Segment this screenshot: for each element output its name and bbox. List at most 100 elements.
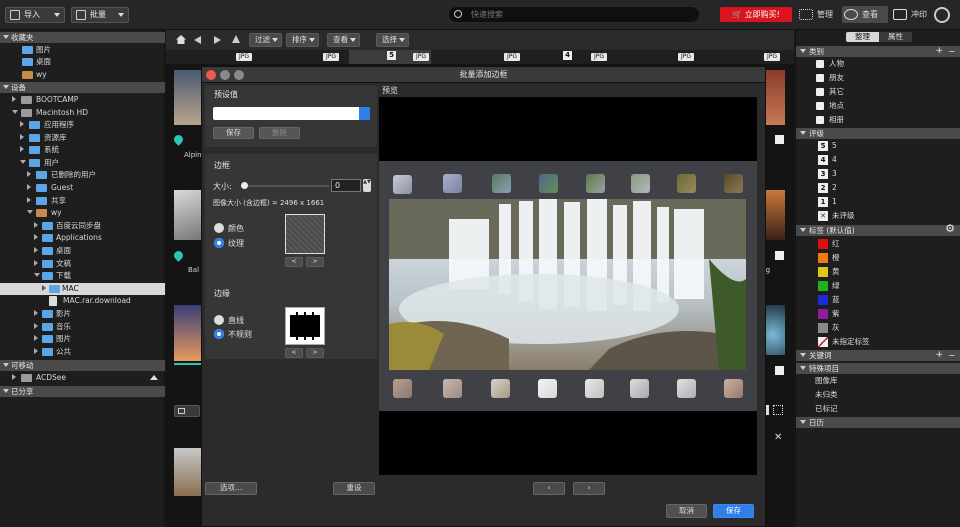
save-button[interactable]: 保存 [713,504,754,518]
tree-item[interactable]: 桌面 [34,245,71,257]
category-item[interactable]: 其它 [816,86,844,98]
tree-item[interactable]: 图片 [34,333,71,345]
special-item[interactable]: 已标记 [815,403,838,415]
size-slider[interactable] [241,182,329,189]
next-image-button[interactable]: › [573,482,605,495]
tree-item[interactable]: 公共 [34,346,71,358]
color-radio[interactable] [214,223,224,233]
checkbox[interactable] [816,102,824,110]
search-input[interactable]: 快速搜索 [449,7,699,22]
removable-header[interactable]: 可移动 [0,360,165,371]
batch-button[interactable]: 批量 [71,7,129,23]
forward-icon[interactable] [214,36,221,44]
tab-view[interactable]: 查看 [842,6,888,23]
gear-icon[interactable]: ⚙ [945,223,955,234]
share-button[interactable] [174,405,200,417]
texture-swatch[interactable] [285,214,325,254]
tree-item-selected[interactable]: MAC [0,283,165,295]
preset-delete-button[interactable]: 删除 [259,127,300,139]
tree-item[interactable]: wy [27,207,62,219]
rating-item[interactable]: ✕ 未评级 [818,210,855,222]
rating-item[interactable]: 55 [818,140,837,152]
next-icon[interactable]: > [306,348,324,358]
straight-edge-radio[interactable] [214,315,224,325]
zoom-window-button[interactable] [234,70,244,80]
tree-item[interactable]: BOOTCAMP [12,94,78,106]
calendar-header[interactable]: 日历 [796,417,960,428]
label-item[interactable]: 黄 [818,266,840,278]
filmstrip-thumbnail[interactable] [174,448,202,496]
size-value-field[interactable]: 0 [331,179,361,192]
more-icon[interactable]: − [948,46,955,57]
special-item[interactable]: 未归类 [815,389,838,401]
irregular-edge-radio[interactable] [214,329,224,339]
category-header[interactable]: 类别 + − [796,46,960,57]
rating-item[interactable]: 22 [818,182,837,194]
thumbnail-image[interactable] [174,190,202,240]
checkbox[interactable] [816,74,824,82]
checkbox[interactable] [775,251,784,260]
category-item[interactable]: 相册 [816,114,844,126]
slider-knob[interactable] [241,182,248,189]
tree-item[interactable]: 资源库 [20,132,67,144]
tree-item[interactable]: 下载 [34,270,71,282]
tree-item[interactable]: Guest [27,182,73,194]
reset-button[interactable]: 重设 [333,482,375,495]
buy-now-button[interactable]: 🛒 立即购买! [720,7,792,22]
edge-swatch[interactable] [285,307,325,345]
rating-item[interactable]: 33 [818,168,837,180]
label-item[interactable]: 蓝 [818,294,840,306]
select-button[interactable]: 选择 [376,33,409,47]
thumbnail-image[interactable] [174,305,202,361]
tab-properties[interactable]: 属性 [879,32,912,42]
filter-button[interactable]: 过滤 [249,33,282,47]
favorites-header[interactable]: 收藏夹 [0,32,165,43]
eject-icon[interactable] [150,375,158,380]
size-stepper[interactable]: ▲▼ [363,179,371,192]
tree-item[interactable]: 用户 [20,157,59,169]
sync-icon[interactable] [934,7,950,23]
tree-item[interactable]: 共享 [27,195,66,207]
import-button[interactable]: 导入 [5,7,65,23]
checkbox[interactable] [775,135,784,144]
view-button[interactable]: 查看 [327,33,360,47]
special-items-header[interactable]: 特殊项目 [796,363,960,374]
label-item[interactable]: 红 [818,238,840,250]
rating-header[interactable]: 评级 [796,128,960,139]
rating-item[interactable]: 11 [818,196,837,208]
category-item[interactable]: 地点 [816,100,844,112]
grid-view-icon[interactable] [773,405,783,415]
tree-item[interactable]: Applications [34,232,102,244]
label-item[interactable]: 绿 [818,280,840,292]
up-icon[interactable] [232,35,240,43]
add-icon[interactable]: + [935,46,943,57]
special-item[interactable]: 图像库 [815,375,838,387]
tree-item[interactable]: 系统 [20,144,59,156]
category-item[interactable]: 人物 [816,58,844,70]
preset-select[interactable] [213,107,370,120]
tree-item[interactable]: MAC.rar.download [49,295,131,307]
checkbox[interactable] [816,116,824,124]
label-item[interactable]: 橙 [818,252,840,264]
preset-save-button[interactable]: 保存 [213,127,254,139]
more-icon[interactable]: − [948,350,955,361]
tree-item[interactable]: Macintosh HD [12,107,88,119]
tree-item[interactable]: 已删除的用户 [27,169,96,181]
close-window-button[interactable] [206,70,216,80]
tree-item[interactable]: 文稿 [34,258,71,270]
back-icon[interactable] [194,36,201,44]
rating-item[interactable]: 44 [818,154,837,166]
devices-header[interactable]: 设备 [0,82,165,93]
label-item[interactable]: 未指定标签 [818,336,870,348]
sort-button[interactable]: 排序 [286,33,319,47]
home-icon[interactable] [176,35,186,44]
category-item[interactable]: 朋友 [816,72,844,84]
options-button[interactable]: 选项... [205,482,257,495]
tab-develop[interactable]: 冲印 [891,6,931,23]
tree-item[interactable]: ACDSee [12,372,162,384]
shared-header[interactable]: 已分享 [0,386,165,397]
previous-image-button[interactable]: ‹ [533,482,565,495]
checkbox[interactable] [775,366,784,375]
previous-icon[interactable]: < [285,257,303,267]
tree-item[interactable]: 应用程序 [20,119,74,131]
